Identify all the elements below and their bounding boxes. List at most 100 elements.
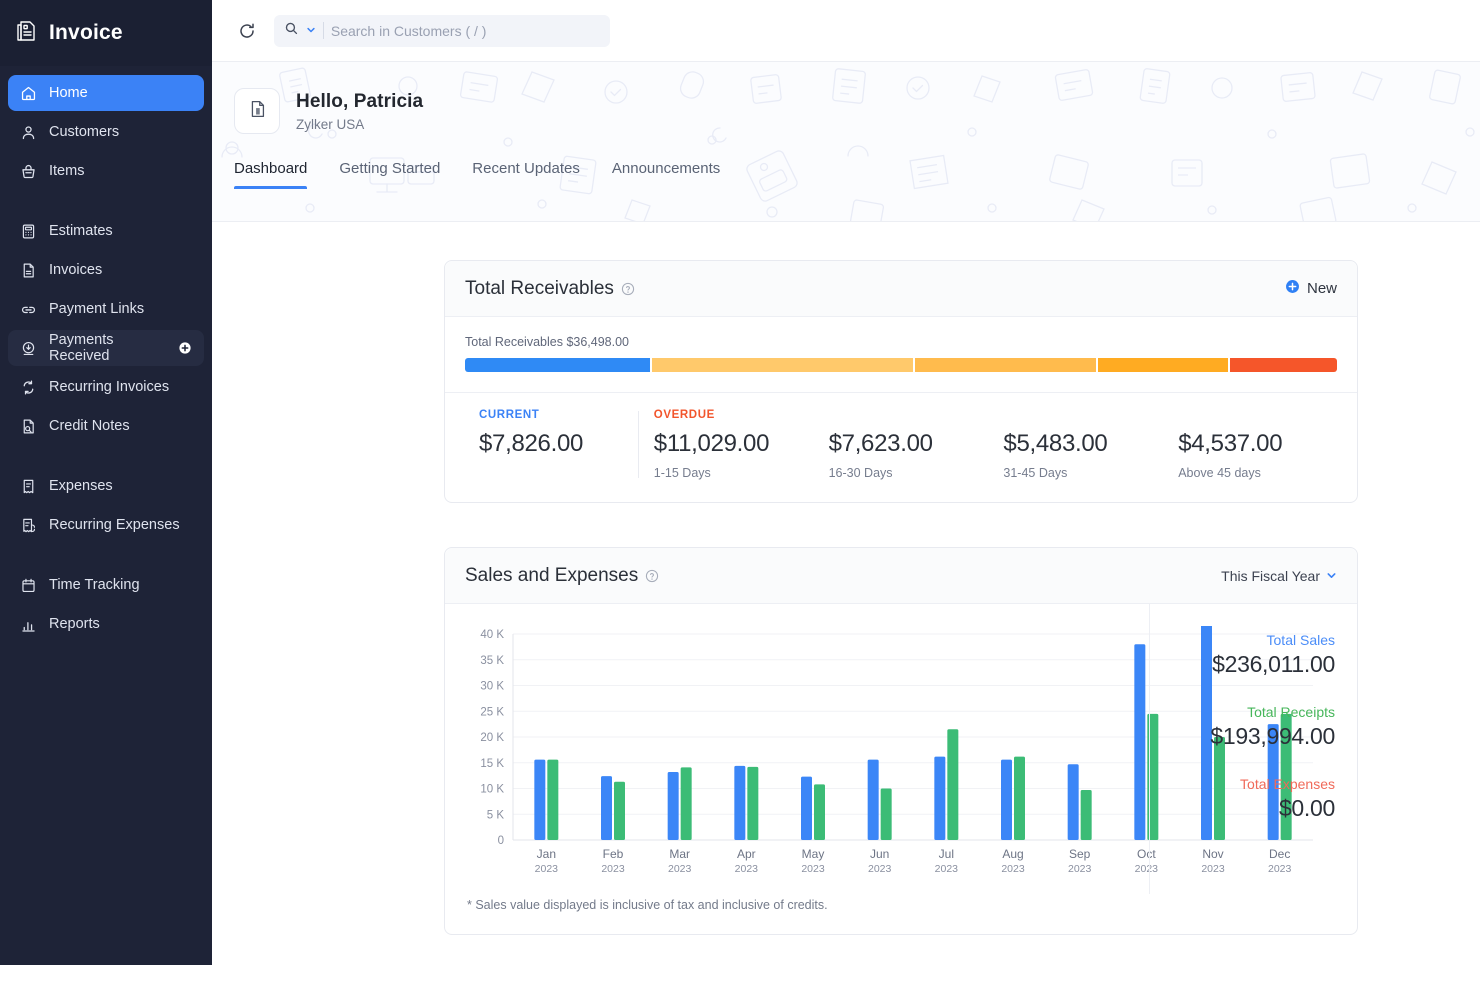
tab-recent-updates[interactable]: Recent Updates [472, 160, 580, 189]
sidebar-item-recurring-expenses[interactable]: Recurring Expenses [8, 507, 204, 543]
search-box[interactable] [274, 14, 610, 47]
sidebar: Invoice Home Customers Items Estimates I… [0, 0, 212, 965]
topbar [212, 0, 1480, 62]
chart-bar[interactable] [547, 759, 559, 840]
basket-icon [20, 163, 37, 180]
sidebar-item-label: Reports [49, 616, 100, 632]
status-badge: CURRENT [479, 409, 540, 421]
y-axis-tick-label: 5 K [487, 809, 505, 821]
chart-bar[interactable] [947, 729, 959, 840]
sidebar-item-credit-notes[interactable]: Credit Notes [8, 408, 204, 444]
x-axis-tick-year: 2023 [535, 863, 559, 875]
total-receipts-value: $193,994.00 [1210, 723, 1335, 749]
help-circle-icon[interactable] [645, 569, 659, 583]
sidebar-item-recurring-invoices[interactable]: Recurring Invoices [8, 369, 204, 405]
chart-bar[interactable] [534, 759, 546, 840]
x-axis-tick-label: Aug [1002, 847, 1023, 861]
y-axis-tick-label: 35 K [480, 655, 504, 667]
plus-circle-icon [1285, 279, 1300, 298]
tab-dashboard[interactable]: Dashboard [234, 160, 308, 189]
chart-bar[interactable] [867, 759, 879, 840]
x-axis-tick-year: 2023 [668, 863, 692, 875]
brand[interactable]: Invoice [0, 0, 212, 66]
greeting-row: Hello, Patricia Zylker USA [234, 88, 1480, 134]
chart-bar[interactable] [1001, 759, 1012, 840]
chevron-down-icon[interactable] [306, 22, 316, 40]
card-title: Sales and Expenses [465, 565, 659, 587]
x-axis-tick-label: May [802, 847, 825, 861]
sidebar-divider [8, 447, 204, 465]
chart-bar[interactable] [667, 772, 679, 840]
amount-value: $7,826.00 [479, 430, 584, 457]
segment-31-45-days[interactable] [1098, 358, 1228, 372]
total-expenses-label: Total Expenses [1240, 776, 1335, 792]
amount-value: $4,537.00 [1178, 430, 1283, 457]
y-axis-tick-label: 15 K [480, 758, 504, 770]
amount-value: $11,029.00 [653, 430, 770, 457]
receivables-col-above-45-days: $4,537.00 Above 45 days [1162, 409, 1337, 480]
chart-bar[interactable] [1080, 790, 1092, 840]
receivables-bar-section: Total Receivables $36,498.00 [445, 317, 1357, 393]
help-circle-icon[interactable] [621, 282, 635, 296]
new-button[interactable]: New [1285, 279, 1337, 298]
tab-getting-started[interactable]: Getting Started [339, 160, 440, 189]
chart-bar[interactable] [801, 776, 812, 840]
segment-above-45-days[interactable] [1229, 358, 1338, 372]
chart-bar[interactable] [614, 781, 625, 840]
sidebar-item-estimates[interactable]: Estimates [8, 213, 204, 249]
x-axis-tick-label: Jun [870, 847, 889, 861]
chart-bar[interactable] [814, 784, 825, 840]
organization-name: Zylker USA [296, 116, 365, 132]
x-axis-tick-label: Mar [669, 847, 690, 861]
chart-bar[interactable] [747, 766, 759, 840]
bar-chart-icon [20, 616, 37, 633]
sidebar-item-time-tracking[interactable]: Time Tracking [8, 567, 204, 603]
tab-announcements[interactable]: Announcements [612, 160, 720, 189]
chart-bar[interactable] [601, 776, 612, 840]
chart-bar[interactable] [734, 765, 746, 840]
sidebar-divider [8, 546, 204, 564]
chart-bar[interactable] [880, 788, 892, 841]
sidebar-item-label: Invoices [49, 262, 103, 278]
receivables-col-31-45-days: $5,483.00 31-45 Days [987, 409, 1162, 480]
plus-circle-icon[interactable] [178, 341, 192, 355]
x-axis-tick-label: Sep [1069, 847, 1091, 861]
sidebar-item-label: Recurring Expenses [49, 517, 180, 533]
status-badge [829, 409, 988, 423]
chart-bar[interactable] [680, 767, 692, 840]
search-icon [284, 21, 299, 41]
status-badge: OVERDUE [653, 409, 715, 421]
sidebar-item-label: Credit Notes [49, 418, 130, 434]
sidebar-item-payment-links[interactable]: Payment Links [8, 291, 204, 327]
main-area: Hello, Patricia Zylker USA Dashboard Get… [212, 0, 1480, 987]
sidebar-item-expenses[interactable]: Expenses [8, 468, 204, 504]
status-badge [1178, 409, 1337, 423]
sidebar-item-home[interactable]: Home [8, 75, 204, 111]
sidebar-item-payments-received[interactable]: Payments Received [8, 330, 204, 366]
card-title: Total Receivables [465, 278, 635, 300]
credit-note-icon [20, 418, 37, 435]
x-axis-tick-label: Apr [737, 847, 756, 861]
page-title: Hello, Patricia [296, 90, 424, 112]
chart-bar[interactable] [1134, 644, 1146, 840]
segment-1-15-days[interactable] [652, 358, 914, 372]
segment-current[interactable] [465, 358, 651, 372]
receivables-col-current: CURRENT $7,826.00 [465, 409, 638, 480]
card-header: Total Receivables New [445, 261, 1357, 317]
chart-bar[interactable] [934, 756, 946, 840]
sidebar-item-invoices[interactable]: Invoices [8, 252, 204, 288]
search-input[interactable] [330, 22, 600, 39]
refresh-icon[interactable] [234, 18, 260, 44]
sidebar-item-items[interactable]: Items [8, 153, 204, 189]
period-label: This Fiscal Year [1221, 567, 1320, 584]
avatar[interactable] [234, 88, 280, 134]
chart-bar[interactable] [1067, 764, 1079, 840]
sidebar-item-reports[interactable]: Reports [8, 606, 204, 642]
chart-bar[interactable] [1014, 756, 1025, 840]
amount-sublabel: 31-45 Days [1003, 466, 1068, 480]
sidebar-item-customers[interactable]: Customers [8, 114, 204, 150]
period-selector[interactable]: This Fiscal Year [1221, 568, 1337, 584]
total-expenses-value: $0.00 [1278, 795, 1335, 821]
segment-16-30-days[interactable] [915, 358, 1097, 372]
x-axis-tick-label: Feb [603, 847, 624, 861]
